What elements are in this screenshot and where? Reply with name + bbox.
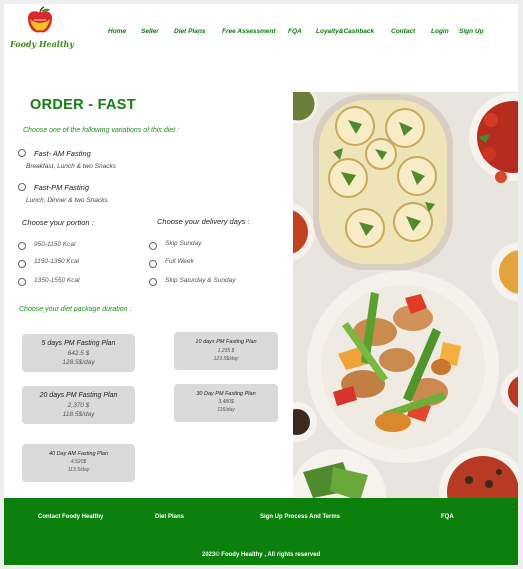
plan-title: 10 days PM Fasting Plan xyxy=(195,339,257,345)
site-footer: Contact Foody Healthy Diet Plans Sign Up… xyxy=(4,498,518,565)
delivery-label-full-week: Full Week xyxy=(165,258,194,265)
delivery-prompt: Choose your delivery days : xyxy=(157,217,250,226)
footer-fqa-link[interactable]: FQA xyxy=(441,514,454,520)
variation-radio-pm[interactable] xyxy=(18,183,26,191)
page-title: ORDER - FAST xyxy=(30,97,136,113)
nav-free-assessment[interactable]: Free Assessment xyxy=(222,28,276,40)
portion-label-3: 1350-1550 Kcal xyxy=(34,277,80,284)
delivery-label-skip-sunday: Skip Sunday xyxy=(165,240,202,247)
plan-card-40-days[interactable]: 40 Day AM Fasting Plan 4,520$ 113.5/day xyxy=(22,444,135,482)
plan-card-20-days[interactable]: 20 days PM Fasting Plan 2,370 $ 118.5$/d… xyxy=(22,386,135,424)
variation-radio-am[interactable] xyxy=(18,149,26,157)
nav-sign-up[interactable]: Sign Up xyxy=(459,28,484,40)
delivery-radio-skip-sunday[interactable] xyxy=(149,242,157,250)
footer-diet-plans-link[interactable]: Diet Plans xyxy=(155,514,184,520)
delivery-radio-skip-weekend[interactable] xyxy=(149,278,157,286)
plan-card-10-days[interactable]: 10 days PM Fasting Plan 1,235 $ 123.5$/d… xyxy=(174,332,278,370)
plan-price: 642.5 $ xyxy=(67,350,90,357)
delivery-label-skip-weekend: Skip Saturday & Sunday xyxy=(165,277,236,284)
page: Foody Healthy Home Seller Diet Plans Fre… xyxy=(4,4,518,565)
nav-home[interactable]: Home xyxy=(108,28,126,40)
apple-logo-icon xyxy=(27,6,53,33)
plan-per-day: 128.5$/day xyxy=(62,359,95,366)
plan-per-day: 116/day xyxy=(217,407,235,413)
plan-per-day: 118.5$/day xyxy=(62,411,95,418)
brand-name: Foody Healthy xyxy=(10,39,74,49)
plan-per-day: 123.5$/day xyxy=(213,356,239,362)
plan-title: 5 days PM Fasting Plan xyxy=(41,340,116,347)
portion-label-1: 950-1150 Kcal xyxy=(34,241,76,248)
nav-seller[interactable]: Seller xyxy=(141,28,159,40)
portion-radio-2[interactable] xyxy=(18,260,26,268)
nav-login[interactable]: Login xyxy=(431,28,449,40)
plan-title: 20 days PM Fasting Plan xyxy=(39,392,118,399)
plan-card-5-days[interactable]: 5 days PM Fasting Plan 642.5 $ 128.5$/da… xyxy=(22,334,135,372)
plan-price: 1,235 $ xyxy=(217,348,235,354)
brand-logo[interactable]: Foody Healthy xyxy=(10,6,74,52)
plan-title: 30 Day PM Fasting Plan xyxy=(196,391,256,397)
nav-contact[interactable]: Contact xyxy=(391,28,415,40)
food-illustration xyxy=(293,92,518,500)
portion-radio-1[interactable] xyxy=(18,242,26,250)
plan-card-30-days[interactable]: 30 Day PM Fasting Plan 3,480$ 116/day xyxy=(174,384,278,422)
footer-signup-terms-link[interactable]: Sign Up Process And Terms xyxy=(260,514,340,520)
variation-label-pm: Fast-PM Fasting xyxy=(34,183,90,192)
variation-label-am: Fast- AM Fasting xyxy=(34,149,91,158)
nav-diet-plans[interactable]: Diet Plans xyxy=(174,28,205,40)
portion-radio-3[interactable] xyxy=(18,278,26,286)
footer-contact-link[interactable]: Contact Foody Healthy xyxy=(38,514,103,520)
plan-per-day: 113.5/day xyxy=(67,467,90,473)
footer-copyright: 2023© Foody Healthy , All rights reserve… xyxy=(201,552,321,558)
food-photo xyxy=(293,92,518,500)
plan-price: 3,480$ xyxy=(218,399,234,405)
variation-detail-am: Breakfast, Lunch & two Snacks xyxy=(26,163,116,170)
variation-detail-pm: Lunch, Dinner & two Snacks xyxy=(26,197,108,204)
plan-price: 2,370 $ xyxy=(67,402,90,409)
nav-loyalty-cashback[interactable]: Loyalty&Cashback xyxy=(316,28,374,40)
variation-prompt: Choose one of the following variations o… xyxy=(23,127,180,134)
portion-prompt: Choose your portion : xyxy=(22,218,94,227)
plan-price: 4,520$ xyxy=(70,459,87,465)
delivery-radio-full-week[interactable] xyxy=(149,260,157,268)
plan-title: 40 Day AM Fasting Plan xyxy=(48,451,109,457)
nav-fqa[interactable]: FQA xyxy=(288,28,302,40)
duration-prompt: Choose your diet package duration : xyxy=(19,306,132,313)
portion-label-2: 1150-1350 Kcal xyxy=(34,258,80,265)
site-header: Foody Healthy Home Seller Diet Plans Fre… xyxy=(4,4,518,58)
